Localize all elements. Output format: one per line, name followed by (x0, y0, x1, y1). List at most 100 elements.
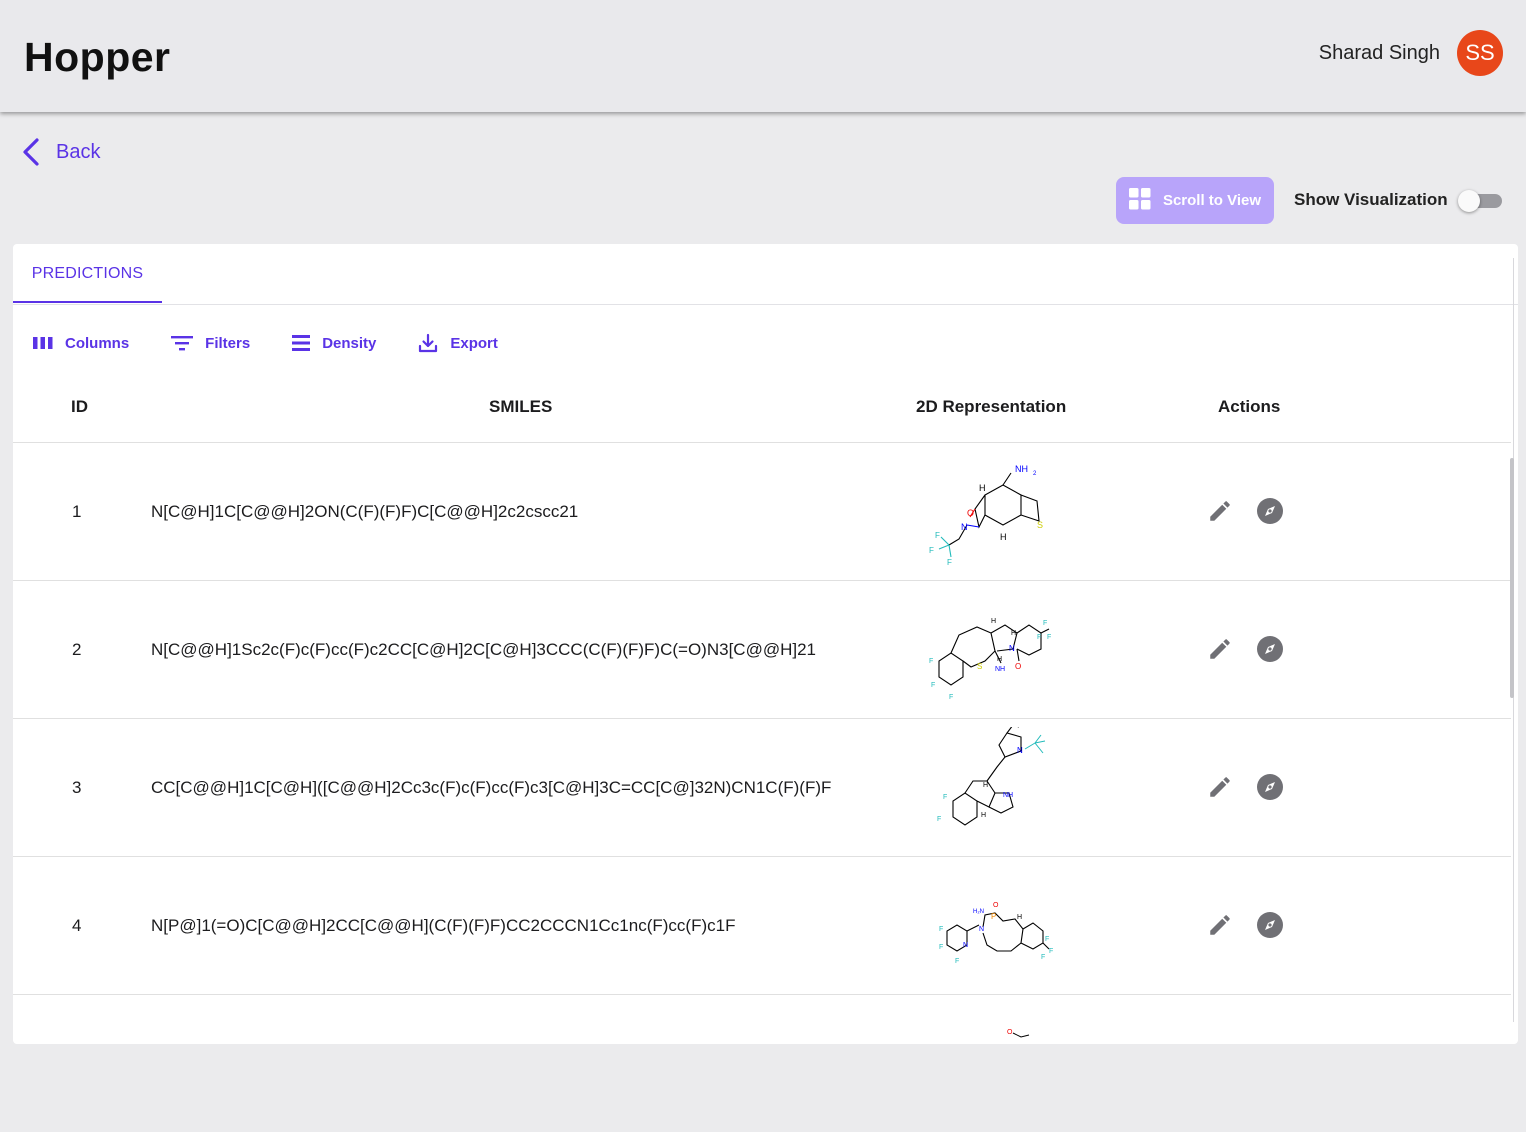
user-name: Sharad Singh (1318, 42, 1440, 64)
tab-predictions[interactable]: PREDICTIONS (13, 244, 162, 304)
svg-text:F: F (931, 682, 935, 689)
filters-label: Filters (205, 334, 251, 352)
svg-text:F: F (939, 926, 943, 933)
svg-text:F: F (1045, 936, 1049, 943)
back-button[interactable]: Back (20, 136, 100, 168)
table-row: 2 N[C@@H]1Sc2c(F)c(F)cc(F)c2CC[C@H]2C[C@… (13, 581, 1511, 719)
svg-text:H: H (979, 483, 986, 493)
svg-text:P: P (991, 912, 996, 921)
svg-text:NH: NH (1015, 464, 1028, 474)
export-label: Export (450, 334, 498, 352)
cell-id: 1 (72, 502, 82, 521)
density-label: Density (322, 334, 377, 352)
molecule-structure-image: N P O H₂N N H F F F F F F (925, 875, 1055, 979)
svg-text:N: N (979, 926, 984, 933)
grid-icon (1128, 187, 1151, 214)
toggle-thumb (1458, 190, 1480, 212)
svg-text:H: H (997, 656, 1002, 663)
scroll-to-view-label: Scroll to View (1162, 192, 1262, 209)
svg-text:O: O (1007, 1029, 1013, 1036)
svg-text:S: S (977, 662, 982, 671)
compass-icon[interactable] (1254, 495, 1286, 527)
avatar[interactable]: SS (1457, 30, 1503, 76)
svg-text:F: F (955, 958, 959, 965)
svg-text:O: O (993, 902, 999, 909)
pencil-icon[interactable] (1204, 771, 1236, 803)
column-header-actions[interactable]: Actions (1218, 382, 1280, 442)
svg-text:N: N (961, 522, 968, 532)
svg-text:N: N (963, 942, 968, 949)
svg-text:F: F (929, 546, 934, 555)
svg-text:NH: NH (1003, 792, 1013, 799)
svg-text:F: F (943, 794, 947, 801)
grid-toolbar: Columns Filters Density Export (33, 330, 540, 356)
show-visualization-toggle[interactable] (1458, 189, 1504, 213)
svg-text:NH: NH (995, 666, 1005, 673)
svg-text:F: F (1049, 948, 1053, 955)
svg-text:F: F (1037, 634, 1041, 641)
svg-text:O: O (967, 508, 974, 518)
svg-text:N: N (1017, 746, 1023, 755)
filters-button[interactable]: Filters (171, 335, 250, 352)
chevron-left-icon (20, 136, 42, 168)
column-header-2d-representation[interactable]: 2D Representation (916, 382, 1066, 442)
predictions-panel: PREDICTIONS Columns Filters Density Expo… (13, 244, 1518, 1044)
svg-text:N: N (1009, 644, 1015, 653)
svg-text:O: O (1015, 662, 1021, 671)
column-header-smiles[interactable]: SMILES (489, 382, 552, 442)
svg-text:F: F (1047, 634, 1051, 641)
columns-icon (33, 336, 53, 350)
cell-smiles: CC[C@@H]1C[C@H]([C@@H]2Cc3c(F)c(F)cc(F)c… (151, 778, 832, 797)
table-row: 1 N[C@H]1C[C@@H]2ON(C(F)(F)F)C[C@@H]2c2c… (13, 443, 1511, 581)
svg-text:F: F (1043, 620, 1047, 627)
table-row: O (13, 995, 1511, 1132)
pencil-icon[interactable] (1204, 909, 1236, 941)
columns-button[interactable]: Columns (33, 335, 129, 352)
cell-id: 3 (72, 778, 82, 797)
compass-icon[interactable] (1254, 771, 1286, 803)
svg-text:S: S (1037, 520, 1043, 530)
svg-text:H: H (983, 782, 988, 789)
svg-text:H: H (981, 812, 986, 819)
svg-text:F: F (939, 944, 943, 951)
column-header-id[interactable]: ID (71, 382, 88, 442)
svg-text:F: F (929, 658, 933, 665)
molecule-structure-image: N NH H H F F F (925, 724, 1055, 841)
scroll-to-view-button[interactable]: Scroll to View (1116, 177, 1274, 224)
density-button[interactable]: Density (292, 335, 376, 352)
svg-text:H: H (1017, 914, 1022, 921)
cell-smiles: N[C@H]1C[C@@H]2ON(C(F)(F)F)C[C@@H]2c2csc… (151, 502, 579, 521)
pencil-icon[interactable] (1204, 633, 1236, 665)
cell-smiles: N[C@@H]1Sc2c(F)c(F)cc(F)c2CC[C@H]2C[C@H]… (151, 640, 817, 659)
svg-text:H: H (1000, 532, 1007, 542)
molecule-structure-image: O (925, 1013, 1055, 1117)
svg-text:2: 2 (1033, 471, 1037, 477)
svg-text:F: F (947, 558, 952, 565)
export-button[interactable]: Export (418, 333, 498, 353)
compass-icon[interactable] (1254, 909, 1286, 941)
svg-text:F: F (935, 531, 940, 540)
cell-id: 4 (72, 916, 82, 935)
scrollbar[interactable] (1510, 458, 1514, 698)
columns-label: Columns (65, 334, 130, 352)
pencil-icon[interactable] (1204, 495, 1236, 527)
compass-icon[interactable] (1254, 633, 1286, 665)
show-visualization-label: Show Visualization (1294, 190, 1448, 209)
molecule-structure-image: H H H N O NH S F F F F F F (925, 599, 1055, 703)
download-icon (418, 333, 438, 353)
molecule-structure-image: NH 2 H H O N S F F F (925, 461, 1055, 567)
svg-text:F: F (1041, 954, 1045, 961)
filter-icon (171, 335, 194, 351)
svg-text:H₂N: H₂N (973, 909, 984, 915)
app-bar: Hopper Sharad Singh SS (0, 0, 1526, 112)
table-header: ID SMILES 2D Representation Actions (13, 382, 1511, 443)
app-title: Hopper (24, 34, 171, 80)
svg-text:F: F (937, 816, 941, 823)
cell-id: 2 (72, 640, 82, 659)
tab-divider (13, 304, 1518, 305)
table-row: 3 CC[C@@H]1C[C@H]([C@@H]2Cc3c(F)c(F)cc(F… (13, 719, 1511, 857)
svg-text:H: H (991, 618, 996, 625)
table-row: 4 N[P@]1(=O)C[C@@H]2CC[C@@H](C(F)(F)F)CC… (13, 857, 1511, 995)
cell-smiles: N[P@]1(=O)C[C@@H]2CC[C@@H](C(F)(F)F)CC2C… (151, 916, 736, 935)
tab-indicator (13, 301, 162, 303)
